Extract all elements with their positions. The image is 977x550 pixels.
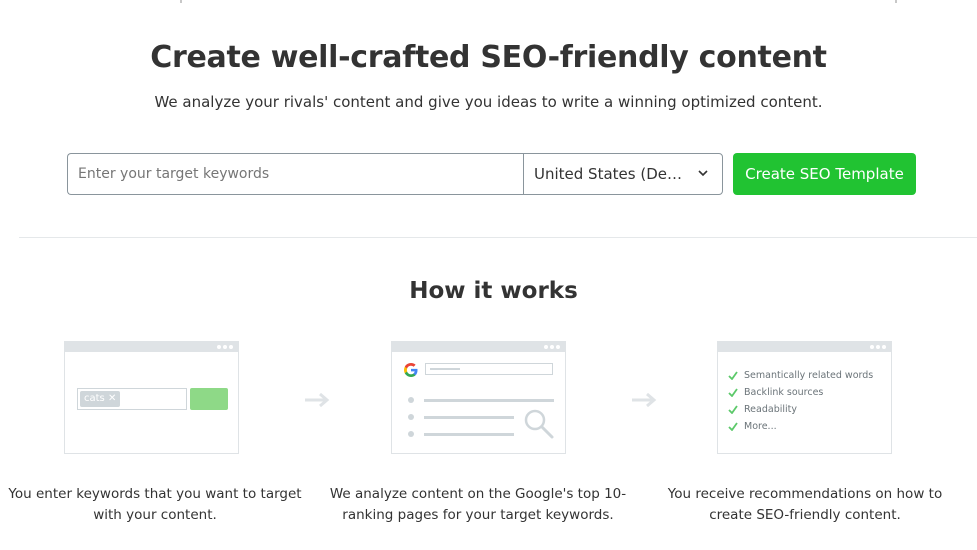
recommendation-label: Backlink sources <box>744 387 824 398</box>
recommendation-item: Backlink sources <box>728 387 823 398</box>
mock-submit-button <box>190 388 228 410</box>
arrow-right-icon <box>632 393 657 407</box>
result-line <box>424 416 514 419</box>
database-select[interactable]: United States (Desktop) <box>523 153 723 195</box>
step-3-illustration: Semantically related words Backlink sour… <box>717 341 892 454</box>
section-divider <box>19 237 977 238</box>
page-title: Create well-crafted SEO-friendly content <box>150 40 827 75</box>
check-icon <box>728 388 738 397</box>
chip-remove-icon: ✕ <box>107 393 117 404</box>
magnifier-icon <box>524 409 554 439</box>
create-seo-template-button[interactable]: Create SEO Template <box>733 153 916 195</box>
how-it-works-title: How it works <box>409 278 578 304</box>
database-select-value: United States (Desktop) <box>534 165 689 183</box>
recommendation-item: More... <box>728 421 777 432</box>
recommendation-label: Readability <box>744 404 797 415</box>
result-bullet <box>408 397 414 403</box>
result-line <box>424 399 554 402</box>
mock-keyword-input: cats ✕ <box>77 388 187 410</box>
window-titlebar <box>65 342 238 352</box>
window-dots-icon <box>544 345 560 349</box>
top-edge-mark-right <box>895 0 897 3</box>
step-2-illustration <box>391 341 566 454</box>
recommendation-item: Readability <box>728 404 797 415</box>
keyword-chip-label: cats <box>84 393 105 404</box>
keyword-chip: cats ✕ <box>80 391 121 407</box>
check-icon <box>728 422 738 431</box>
page-subtitle: We analyze your rivals' content and give… <box>154 93 823 111</box>
step-1-description: You enter keywords that you want to targ… <box>8 486 302 523</box>
top-edge-mark-left <box>180 0 182 3</box>
recommendation-label: Semantically related words <box>744 370 874 381</box>
mock-search-bar <box>425 363 553 375</box>
google-logo-icon <box>404 363 418 377</box>
step-2-description: We analyze content on the Google's top 1… <box>329 486 627 523</box>
step-3-description: You receive recommendations on how to cr… <box>667 486 943 523</box>
window-titlebar <box>392 342 565 352</box>
keyword-input[interactable] <box>67 153 524 195</box>
window-dots-icon <box>870 345 886 349</box>
chevron-down-icon <box>698 170 708 177</box>
result-line <box>424 433 514 436</box>
result-bullet <box>408 414 414 420</box>
check-icon <box>728 405 738 414</box>
arrow-right-icon <box>305 393 330 407</box>
check-icon <box>728 371 738 380</box>
step-1-illustration: cats ✕ <box>64 341 239 454</box>
window-titlebar <box>718 342 891 352</box>
recommendation-item: Semantically related words <box>728 370 873 381</box>
recommendation-label: More... <box>744 421 777 432</box>
window-dots-icon <box>217 345 233 349</box>
result-bullet <box>408 431 414 437</box>
